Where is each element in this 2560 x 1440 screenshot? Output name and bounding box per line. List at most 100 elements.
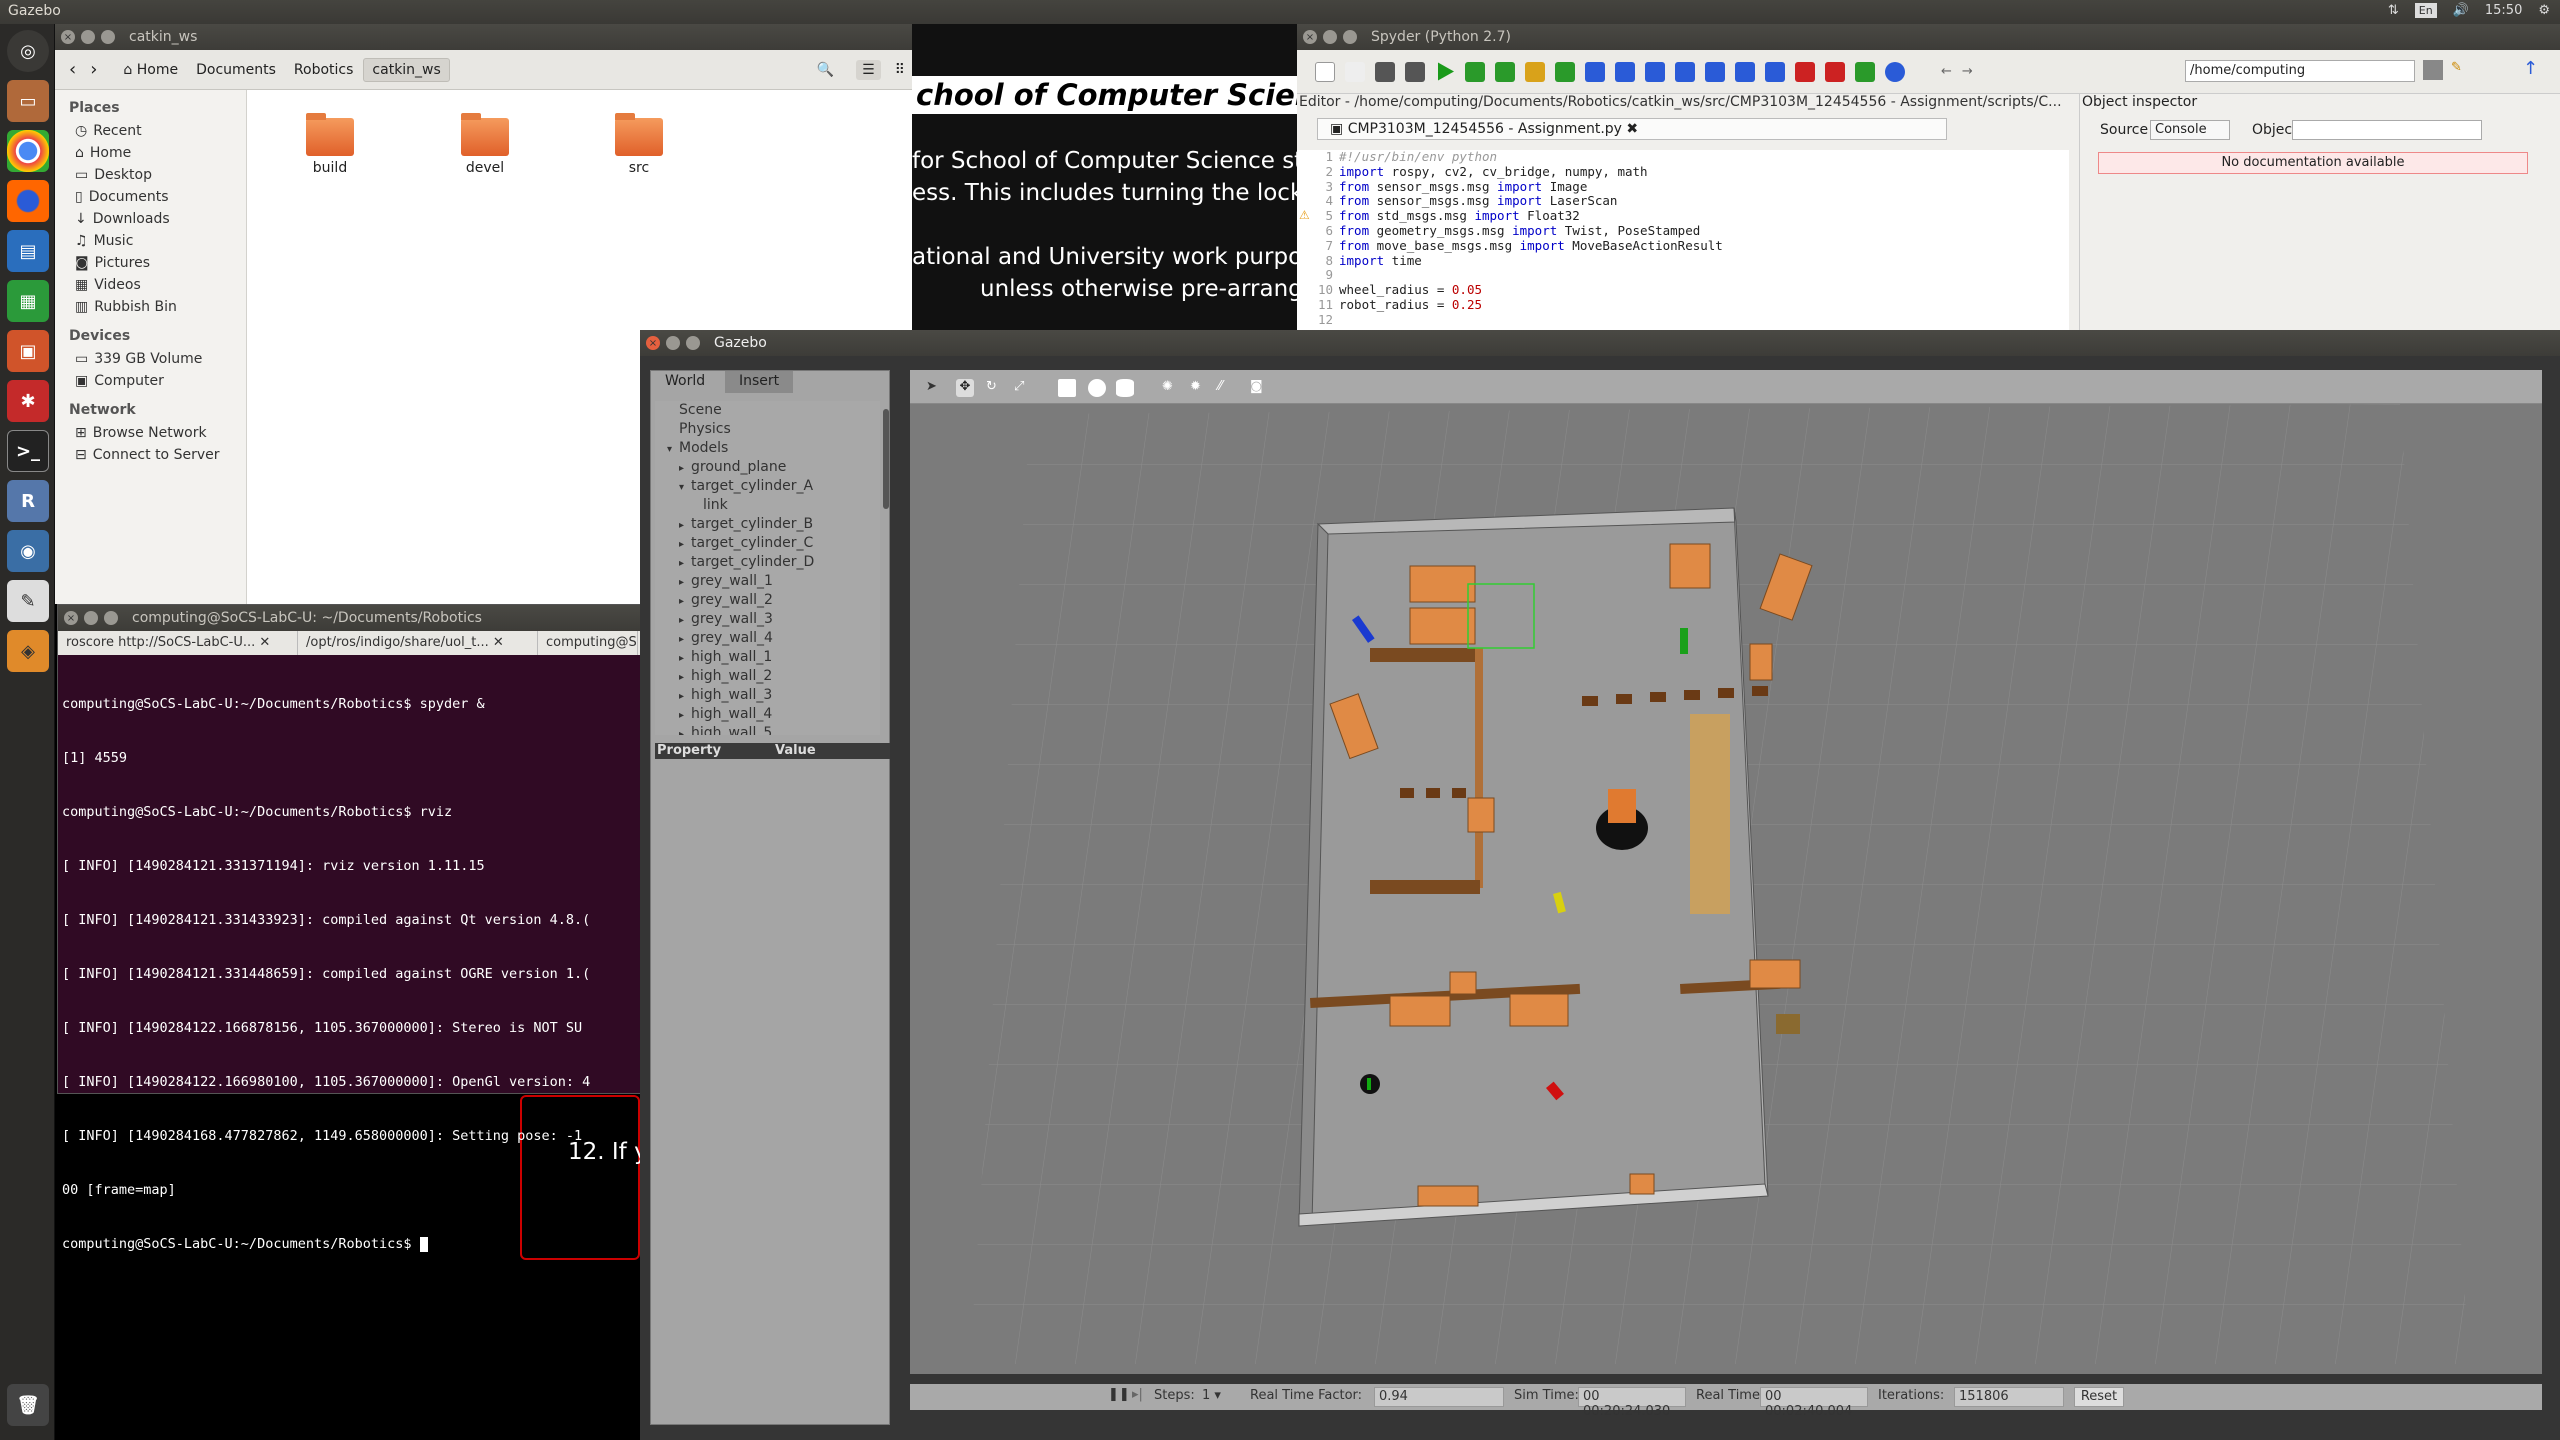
- maximize-button[interactable]: [104, 611, 118, 625]
- tree-item[interactable]: ▸ target_cylinder_D: [655, 553, 880, 572]
- sidebar-item-videos[interactable]: ▦ Videos: [55, 274, 246, 296]
- files-icon[interactable]: ▭: [7, 80, 49, 122]
- maximize-pane-icon[interactable]: [1765, 61, 1785, 82]
- browse-folder-icon[interactable]: [2423, 60, 2443, 80]
- save-all-icon[interactable]: [1405, 61, 1425, 82]
- python-icon[interactable]: [1885, 61, 1905, 82]
- run-config-icon[interactable]: [1555, 61, 1575, 82]
- expand-arrow-icon[interactable]: ▾: [667, 444, 679, 455]
- files-titlebar[interactable]: × catkin_ws: [55, 24, 915, 50]
- tree-item[interactable]: ▸ high_wall_5: [655, 724, 880, 735]
- pythonpath-icon[interactable]: [1855, 61, 1875, 82]
- tree-item[interactable]: ▸ grey_wall_2: [655, 591, 880, 610]
- tree-item[interactable]: ▸ high_wall_3: [655, 686, 880, 705]
- r-icon[interactable]: R: [7, 480, 49, 522]
- sphere-icon[interactable]: [1088, 379, 1106, 397]
- tree-item[interactable]: ▾ Models: [655, 439, 880, 458]
- minimize-button[interactable]: [1323, 30, 1337, 44]
- spyder-titlebar[interactable]: × Spyder (Python 2.7): [1297, 24, 2560, 50]
- close-button[interactable]: ×: [646, 336, 660, 350]
- set-wd-icon[interactable]: ✎: [2451, 60, 2471, 80]
- sidebar-item-desktop[interactable]: ▭ Desktop: [55, 164, 246, 186]
- expand-arrow-icon[interactable]: ▸: [679, 691, 691, 702]
- terminal-tab[interactable]: /opt/ros/indigo/share/uol_t... ✕: [298, 631, 538, 655]
- sidebar-item-rubbish-bin[interactable]: ▥ Rubbish Bin: [55, 296, 246, 318]
- tree-item[interactable]: Physics: [655, 420, 880, 439]
- point-light-icon[interactable]: ✺: [1162, 379, 1180, 397]
- calc-icon[interactable]: ▦: [7, 280, 49, 322]
- breadcrumb-robotics[interactable]: Robotics: [286, 59, 362, 81]
- trash-icon[interactable]: 🗑: [7, 1384, 49, 1426]
- expand-arrow-icon[interactable]: ▸: [679, 710, 691, 721]
- firefox-icon[interactable]: [7, 180, 49, 222]
- expand-arrow-icon[interactable]: ▸: [679, 615, 691, 626]
- tree-item[interactable]: link: [655, 496, 880, 515]
- reset-button[interactable]: Reset: [2074, 1387, 2124, 1407]
- dash-icon[interactable]: ◎: [7, 30, 49, 72]
- tree-item[interactable]: ▸ grey_wall_1: [655, 572, 880, 591]
- spot-light-icon[interactable]: ✹: [1190, 379, 1208, 397]
- sidebar-item-computer[interactable]: ▣ Computer: [55, 370, 246, 392]
- close-button[interactable]: ×: [1303, 30, 1317, 44]
- up-arrow-icon[interactable]: ↑: [2523, 58, 2538, 79]
- folder-src[interactable]: src: [589, 110, 689, 176]
- directional-light-icon[interactable]: ⁄⁄: [1218, 379, 1236, 397]
- rotate-icon[interactable]: ↻: [986, 379, 1004, 397]
- sidebar-item-pictures[interactable]: ◙ Pictures: [55, 252, 246, 274]
- sidebar-item-music[interactable]: ♫ Music: [55, 230, 246, 252]
- save-icon[interactable]: [1375, 61, 1395, 82]
- expand-arrow-icon[interactable]: ▸: [679, 634, 691, 645]
- back-arrow-icon[interactable]: ←: [1941, 64, 1952, 79]
- step-icon[interactable]: ▸|: [1132, 1387, 1143, 1402]
- tree-scrollbar[interactable]: [883, 409, 889, 509]
- fullscreen-icon[interactable]: [1795, 61, 1815, 82]
- close-icon[interactable]: ✕: [259, 635, 270, 650]
- tab-insert[interactable]: Insert: [725, 371, 794, 393]
- tools-icon[interactable]: [1825, 61, 1845, 82]
- terminal-output[interactable]: computing@SoCS-LabC-U:~/Documents/Roboti…: [62, 659, 639, 1289]
- cylinder-icon[interactable]: [1116, 379, 1134, 397]
- tree-item[interactable]: ▸ grey_wall_3: [655, 610, 880, 629]
- text-editor-icon[interactable]: ✎: [7, 580, 49, 622]
- sidebar-item-documents[interactable]: ▯ Documents: [55, 186, 246, 208]
- gazebo-icon[interactable]: ◈: [7, 630, 49, 672]
- scale-icon[interactable]: ⤢: [1014, 379, 1032, 397]
- back-icon[interactable]: ‹: [69, 59, 76, 80]
- source-select[interactable]: Console: [2150, 120, 2230, 140]
- maximize-button[interactable]: [101, 30, 115, 44]
- open-file-icon[interactable]: [1345, 61, 1365, 82]
- tree-item[interactable]: ▸ grey_wall_4: [655, 629, 880, 648]
- sidebar-item-home[interactable]: ⌂ Home: [55, 142, 246, 164]
- breadcrumb-catkin-ws[interactable]: catkin_ws: [363, 57, 450, 82]
- expand-arrow-icon[interactable]: ▸: [679, 729, 691, 735]
- expand-arrow-icon[interactable]: ▸: [679, 577, 691, 588]
- folder-build[interactable]: build: [280, 110, 380, 176]
- run-cell-advance-icon[interactable]: [1495, 61, 1515, 82]
- terminal-tab[interactable]: computing@S: [538, 631, 638, 655]
- expand-arrow-icon[interactable]: ▸: [679, 558, 691, 569]
- tree-item[interactable]: Scene: [655, 401, 880, 420]
- terminal-icon[interactable]: >_: [7, 430, 49, 472]
- tree-item[interactable]: ▸ high_wall_2: [655, 667, 880, 686]
- sidebar-item-volume[interactable]: ▭ 339 GB Volume: [55, 348, 246, 370]
- writer-icon[interactable]: ▤: [7, 230, 49, 272]
- grid-view-icon[interactable]: ⠿: [895, 62, 905, 78]
- expand-arrow-icon[interactable]: ▸: [679, 463, 691, 474]
- tree-item[interactable]: ▸ target_cylinder_B: [655, 515, 880, 534]
- step-into-icon[interactable]: [1645, 61, 1665, 82]
- settings-gear-icon[interactable]: ⚙: [2538, 3, 2550, 18]
- tree-item[interactable]: ▸ high_wall_4: [655, 705, 880, 724]
- select-arrow-icon[interactable]: ➤: [926, 379, 944, 397]
- minimize-button[interactable]: [84, 611, 98, 625]
- expand-arrow-icon[interactable]: ▸: [679, 596, 691, 607]
- spyder-icon[interactable]: ◉: [7, 530, 49, 572]
- gazebo-titlebar[interactable]: × Gazebo: [640, 330, 2560, 356]
- expand-arrow-icon[interactable]: ▸: [679, 672, 691, 683]
- working-directory-input[interactable]: /home/computing: [2185, 60, 2415, 82]
- close-icon[interactable]: ✖: [1626, 121, 1638, 137]
- tree-item[interactable]: ▾ target_cylinder_A: [655, 477, 880, 496]
- 3d-scene-view[interactable]: [910, 404, 2542, 1374]
- sound-icon[interactable]: 🔊: [2453, 3, 2469, 18]
- tree-item[interactable]: ▸ ground_plane: [655, 458, 880, 477]
- continue-icon[interactable]: [1705, 61, 1725, 82]
